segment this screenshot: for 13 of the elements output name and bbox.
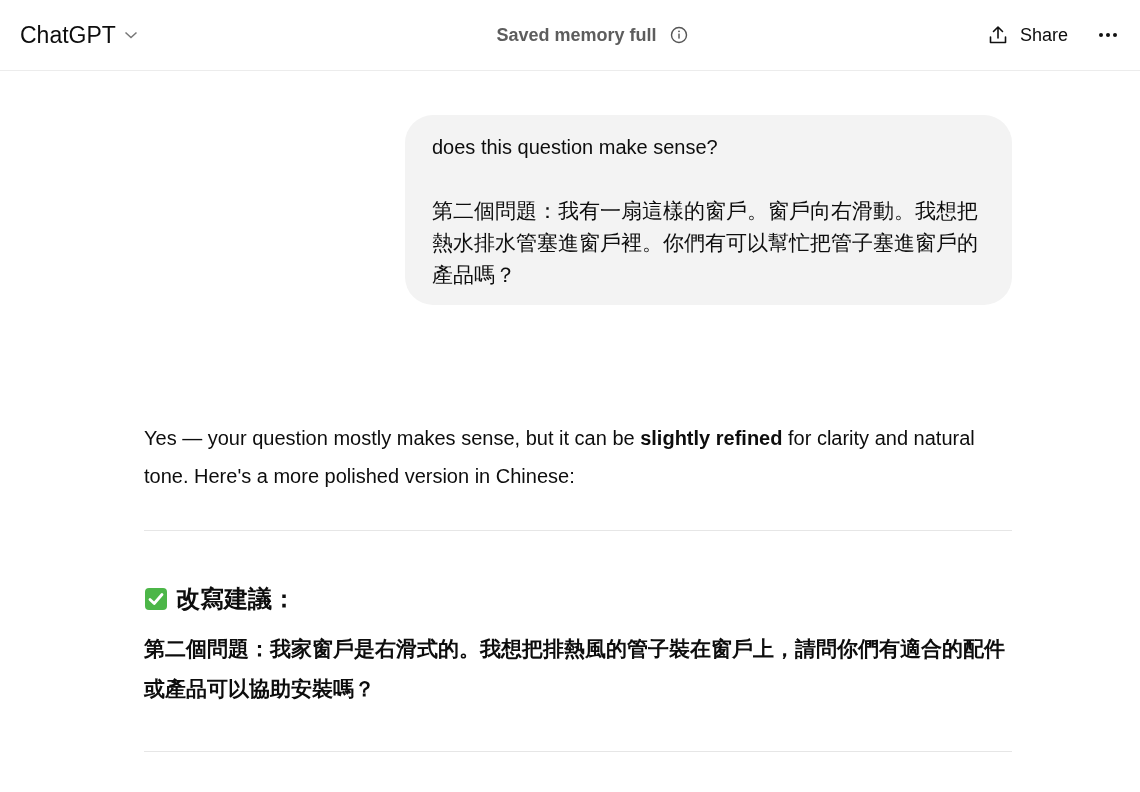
share-icon xyxy=(987,25,1008,45)
section-heading: 改寫建議： xyxy=(176,584,296,614)
memory-status: Saved memory full xyxy=(496,24,657,46)
message-text: 第二個問題：我有一扇這樣的窗戶。窗戶向右滑動。我想把熱水排水管塞進窗戶裡。你們有可以幫忙把管子塞進窗戶的產品嗎？ xyxy=(432,198,979,288)
model-selector[interactable]: ChatGPT xyxy=(12,15,146,55)
suggested-question: 第二個問題：我家窗戶是右滑式的。我想把排熱風的管子裝在窗戶上，請問你們有適合的配件或產品可以協助安裝嗎？ xyxy=(144,636,1006,702)
checkmark-icon xyxy=(144,587,168,611)
info-icon[interactable] xyxy=(669,26,688,44)
share-button[interactable]: Share xyxy=(979,18,1076,52)
more-icon xyxy=(1098,32,1118,38)
response-text: Yes — your question mostly makes sense, but it can be slightly refined for clarity and natural tone. Here's a more polished version in Chinese: xyxy=(144,426,976,489)
message-text: does this question make sense? xyxy=(432,135,719,160)
chevron-down-icon xyxy=(123,31,138,39)
